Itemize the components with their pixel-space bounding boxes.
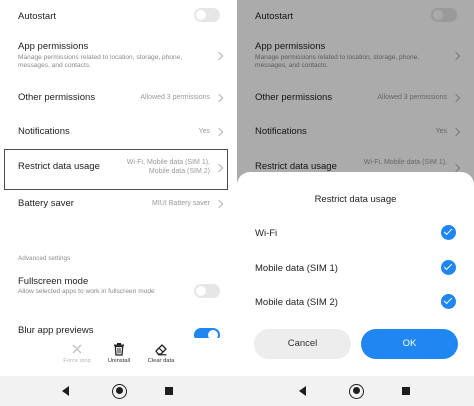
chevron-right-icon — [214, 93, 224, 103]
fullscreen-title: Fullscreen mode — [18, 276, 89, 287]
toggle-knob — [196, 286, 206, 296]
restrict-data-title: Restrict data usage — [18, 161, 100, 172]
notifications-value: Yes — [198, 128, 210, 135]
system-nav-bar — [237, 376, 474, 406]
bottom-action-bar: Force stop Uninstall Clear data — [0, 338, 237, 372]
chevron-right-icon — [214, 127, 224, 137]
app-info-screen-with-dialog: Autostart App permissions Manage permiss… — [237, 0, 474, 406]
other-permissions-title: Other permissions — [18, 92, 96, 103]
check-circle-icon[interactable] — [441, 260, 456, 275]
trash-icon — [114, 343, 124, 356]
blur-row[interactable]: Blur app previews — [0, 320, 237, 342]
other-permissions-value: Allowed 3 permissions — [140, 94, 210, 101]
eraser-icon — [155, 344, 167, 356]
check-circle-icon[interactable] — [441, 225, 456, 240]
fullscreen-row[interactable]: Fullscreen mode Allow selected apps to w… — [0, 272, 237, 310]
battery-saver-value: MIUI Battery saver — [152, 200, 210, 207]
blur-title: Blur app previews — [18, 325, 94, 336]
app-permissions-title: App permissions — [18, 41, 89, 52]
battery-saver-title: Battery saver — [18, 198, 74, 209]
autostart-row[interactable]: Autostart — [0, 0, 237, 32]
autostart-toggle[interactable] — [194, 8, 220, 22]
option-label: Mobile data (SIM 2) — [255, 297, 338, 308]
home-circle-icon[interactable] — [349, 383, 364, 399]
restrict-data-value-line2: Mobile data (SIM 2) — [148, 168, 210, 175]
battery-saver-row[interactable]: Battery saver MIUI Battery saver — [0, 192, 237, 218]
clear-data-button[interactable]: Clear data — [136, 342, 186, 364]
chevron-right-icon — [214, 163, 224, 173]
option-label: Mobile data (SIM 1) — [255, 263, 338, 274]
app-permissions-desc: Manage permissions related to location, … — [18, 54, 183, 70]
chevron-right-icon — [214, 51, 224, 61]
fullscreen-desc: Allow selected apps to work in fullscree… — [18, 288, 155, 295]
app-permissions-row[interactable]: App permissions Manage permissions relat… — [0, 33, 237, 75]
recent-square-icon[interactable] — [165, 387, 173, 395]
back-triangle-icon[interactable] — [62, 386, 69, 396]
clear-data-label: Clear data — [147, 358, 175, 364]
option-label: Wi-Fi — [255, 228, 278, 239]
system-nav-bar — [0, 376, 237, 406]
dialog-title: Restrict data usage — [314, 194, 397, 205]
restrict-data-row[interactable]: Restrict data usage Wi-Fi, Mobile data (… — [0, 150, 237, 190]
notifications-row[interactable]: Notifications Yes — [0, 118, 237, 146]
cancel-button[interactable]: Cancel — [254, 329, 351, 359]
autostart-title: Autostart — [18, 11, 57, 22]
close-x-icon — [72, 344, 82, 354]
ok-button[interactable]: OK — [361, 329, 458, 359]
restrict-data-dialog: Restrict data usage Wi-Fi Mobile data (S… — [237, 172, 474, 376]
chevron-right-icon — [214, 199, 224, 209]
home-circle-icon[interactable] — [112, 383, 127, 399]
toggle-knob — [196, 10, 206, 20]
recent-square-icon[interactable] — [402, 387, 410, 395]
notifications-title: Notifications — [18, 126, 70, 137]
other-permissions-row[interactable]: Other permissions Allowed 3 permissions — [0, 84, 237, 112]
back-triangle-icon[interactable] — [299, 386, 306, 396]
check-circle-icon[interactable] — [441, 294, 456, 309]
app-info-screen: Autostart App permissions Manage permiss… — [0, 0, 237, 406]
advanced-settings-header: Advanced settings — [18, 255, 71, 262]
fullscreen-toggle[interactable] — [194, 284, 220, 298]
